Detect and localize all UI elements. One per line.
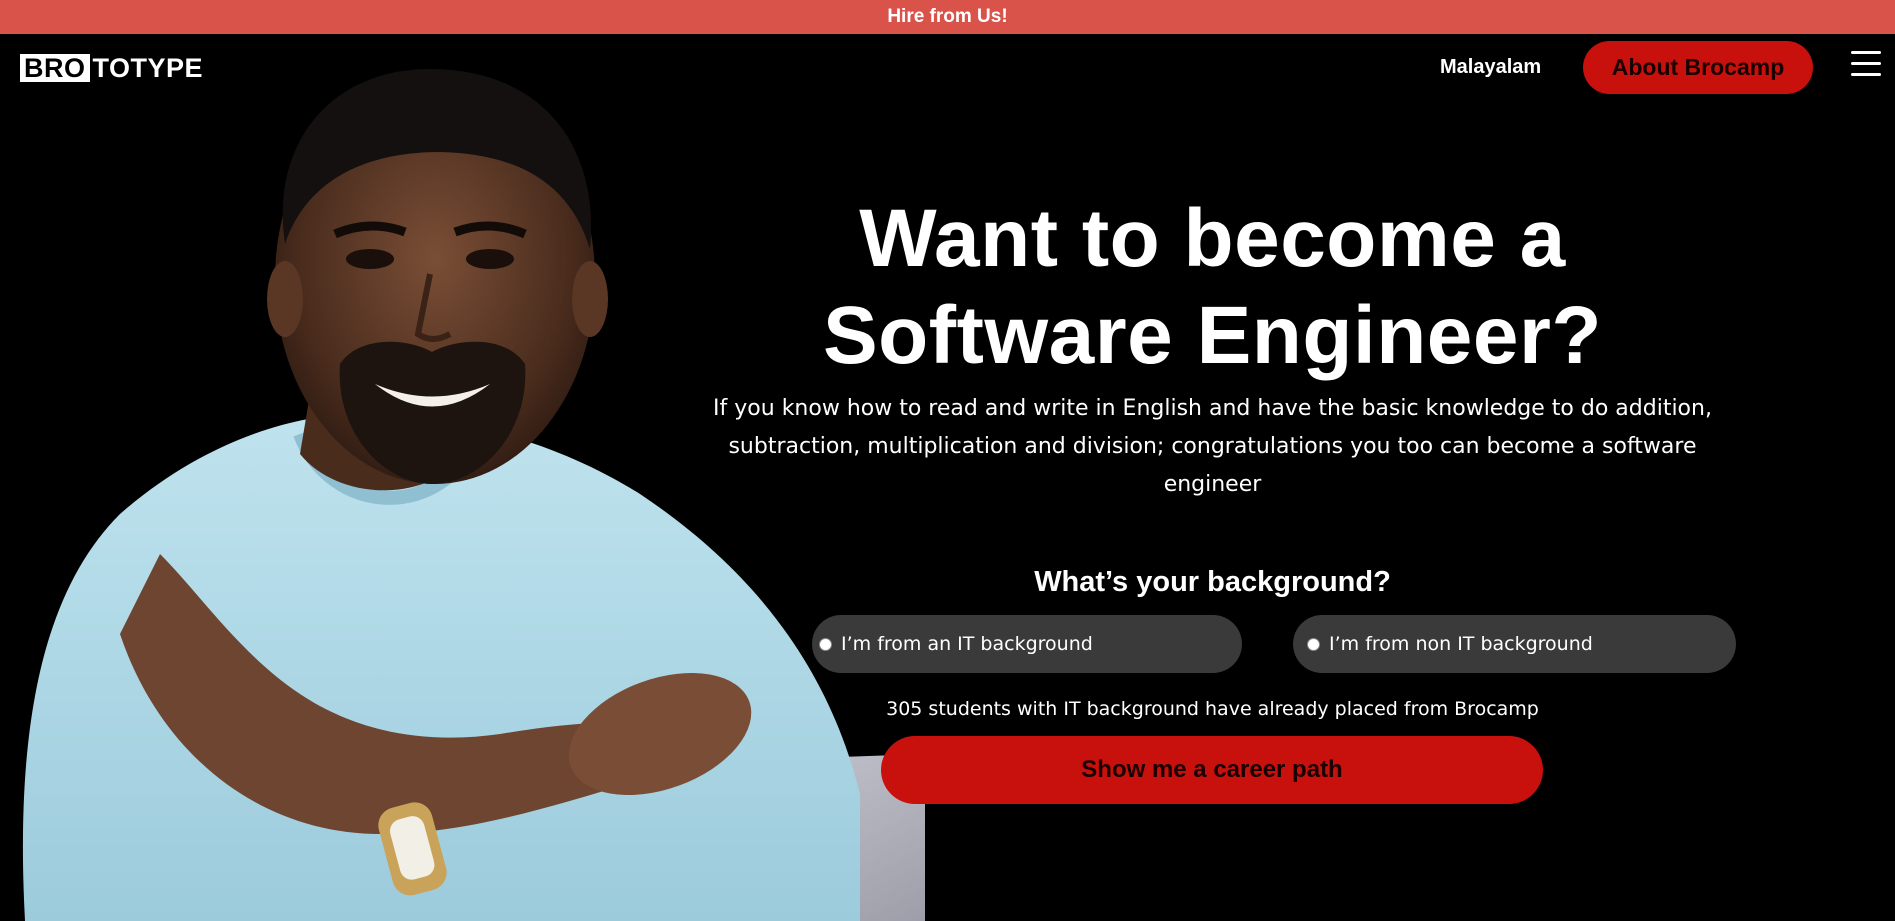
hero-subtitle: If you know how to read and write in Eng… [713,396,1712,497]
background-question: What’s your background? [1034,566,1391,598]
menu-line [1851,62,1881,65]
about-brocamp-button[interactable]: About Brocamp [1583,41,1813,94]
menu-line [1851,73,1881,76]
option-it-background[interactable]: I’m from an IT background [812,615,1242,673]
hero-title-line2: Software Engineer? [822,290,1603,381]
hero-title-line1: Want to become a [859,193,1566,284]
hero-title: Want to become a Software Engineer? [690,190,1735,384]
hamburger-menu-icon[interactable] [1851,51,1881,77]
logo-rest-text: TOTYPE [92,53,204,83]
language-link[interactable]: Malayalam [1440,56,1541,79]
placement-stat: 305 students with IT background have alr… [886,698,1539,720]
hero-section: Want to become a Software Engineer? If y… [690,190,1735,504]
radio-button[interactable] [1307,637,1320,651]
option-non-it-background[interactable]: I’m from non IT background [1293,615,1736,673]
option-label: I’m from an IT background [841,633,1093,655]
hire-banner: Hire from Us! [0,0,1895,34]
hire-from-us-link[interactable]: Hire from Us! [887,6,1007,28]
show-career-path-button[interactable]: Show me a career path [881,736,1543,804]
logo-box-text: BRO [20,54,90,82]
menu-line [1851,51,1881,54]
option-label: I’m from non IT background [1329,633,1593,655]
brototype-logo[interactable]: BRO TOTYPE [20,54,203,82]
navbar: BRO TOTYPE Malayalam About Brocamp [0,34,1895,100]
radio-button[interactable] [819,637,832,651]
